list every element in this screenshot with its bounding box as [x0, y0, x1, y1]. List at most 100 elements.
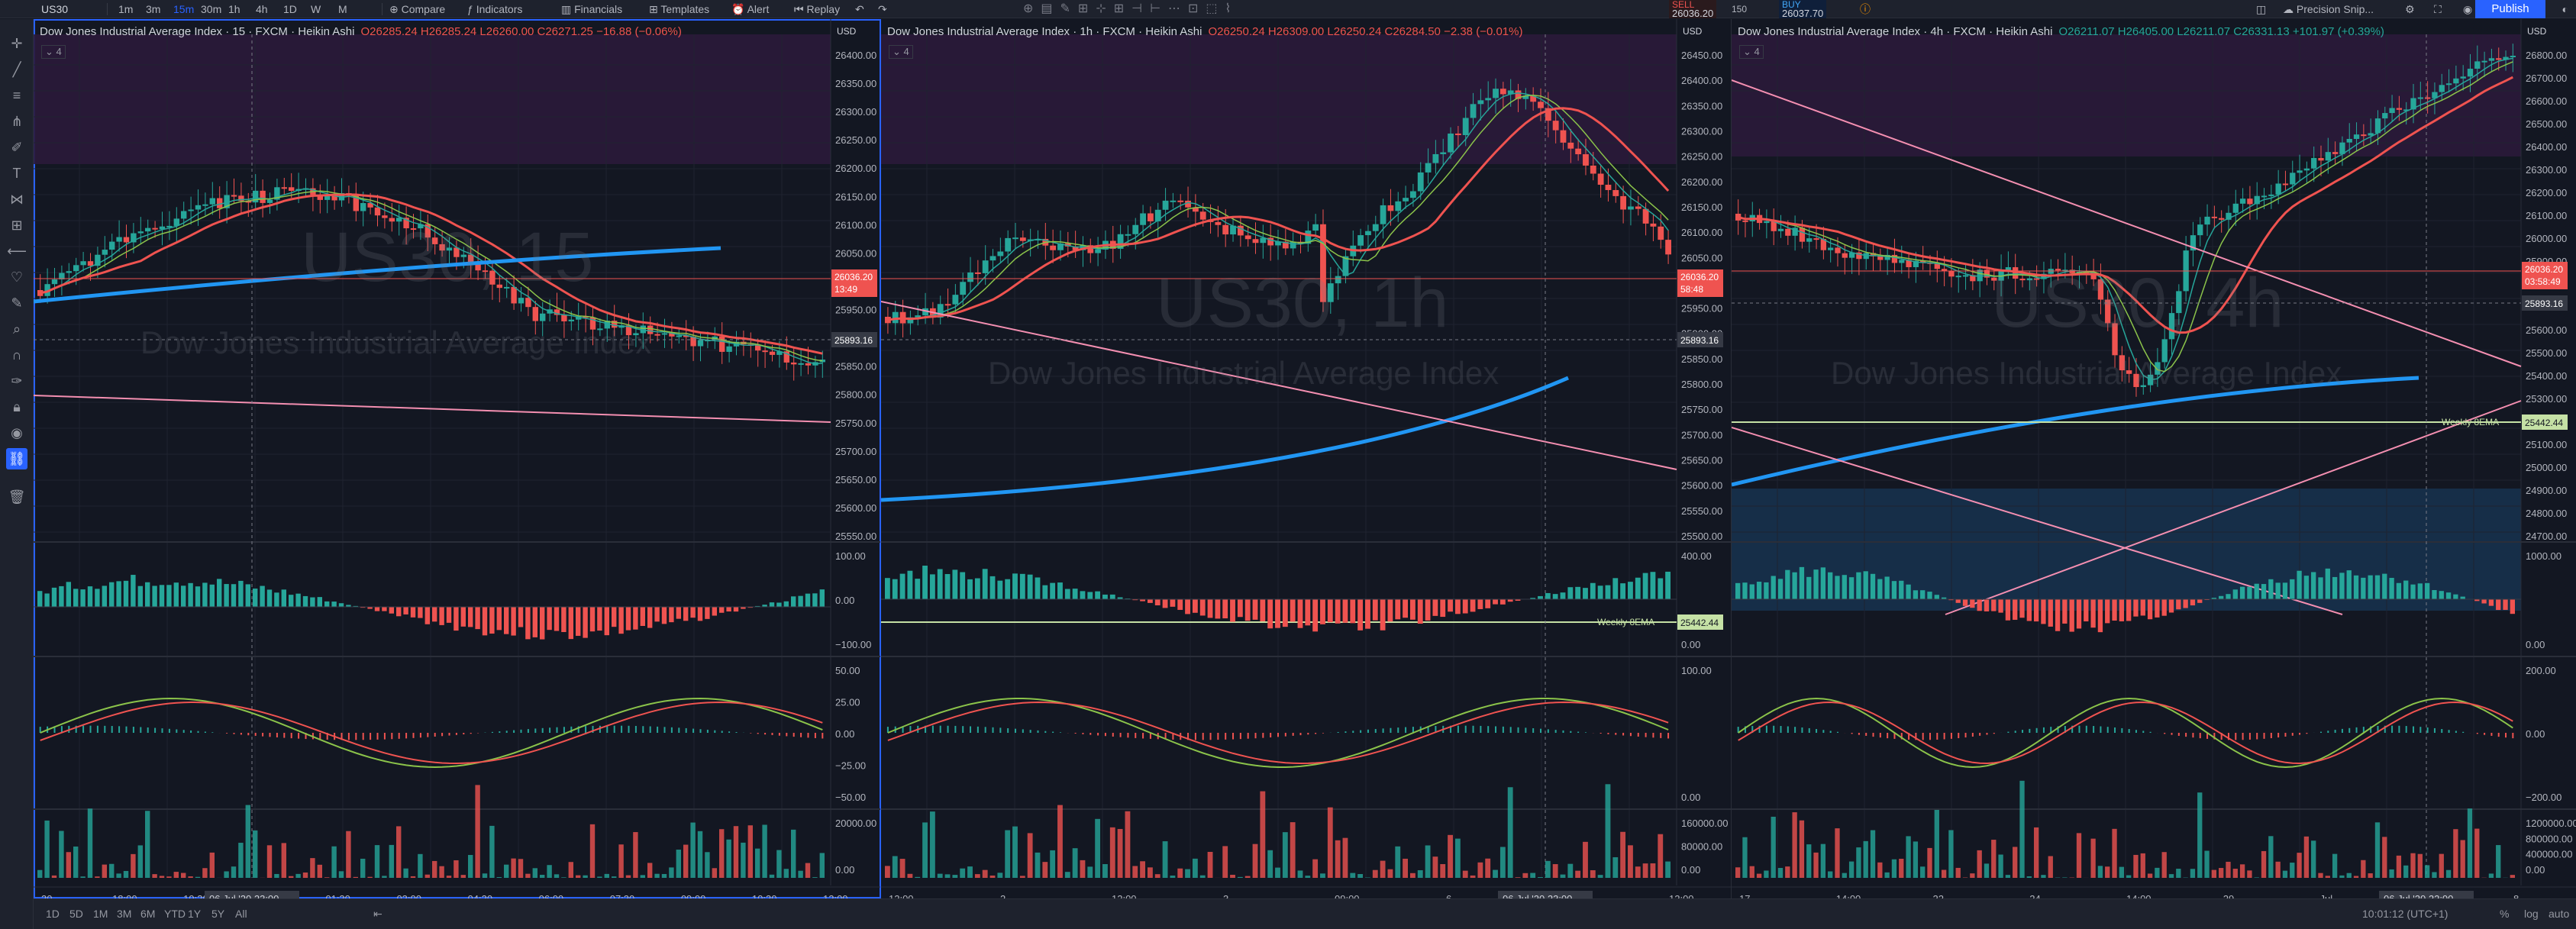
volume-bar: [73, 846, 79, 878]
indicators-button[interactable]: ƒ Indicators: [467, 0, 522, 18]
volume-bar: [2261, 850, 2267, 878]
range-all[interactable]: All: [235, 908, 247, 920]
alert-button[interactable]: ⏰ Alert: [731, 0, 769, 18]
chart-canvas[interactable]: 26450.0026400.0026350.0026300.0026250.00…: [881, 19, 1732, 898]
oscillator-bar: [376, 733, 379, 740]
timeframe-1h[interactable]: 1h: [228, 0, 240, 18]
oscillator-bar: [2242, 733, 2244, 740]
timeframe-W[interactable]: W: [311, 0, 321, 18]
compare-button[interactable]: ⊕ Compare: [389, 0, 445, 18]
oscillator-bar: [1667, 733, 1670, 739]
timeframe-15m[interactable]: 15m: [173, 0, 194, 18]
candle-body: [152, 227, 158, 230]
text-icon[interactable]: T: [6, 163, 27, 184]
oscillator-bar: [1082, 733, 1084, 734]
publish-button[interactable]: Publish: [2475, 0, 2545, 18]
layout-grid-icon[interactable]: ◫: [2256, 0, 2266, 18]
trend-line-icon[interactable]: ╱: [6, 59, 27, 80]
log-toggle[interactable]: log: [2524, 908, 2539, 920]
ruler-icon[interactable]: ✎: [6, 292, 27, 314]
histogram-bar: [374, 607, 380, 611]
oscillator-bar: [2078, 725, 2080, 733]
chart-canvas[interactable]: 26400.00 26350.00 26300.00 26250.00 26200.00…: [34, 19, 881, 898]
range-1d[interactable]: 1D: [46, 908, 60, 920]
eye-icon[interactable]: ◉: [6, 422, 27, 444]
stay-drawing-icon[interactable]: ✑: [6, 370, 27, 392]
brush-icon[interactable]: ✐: [6, 137, 27, 158]
oscillator-bar: [764, 733, 767, 735]
crosshair-icon[interactable]: ✛: [6, 33, 27, 54]
range-3m[interactable]: 3M: [117, 908, 131, 920]
magnet-icon[interactable]: ∩: [6, 344, 27, 366]
chart-legend[interactable]: Dow Jones Industrial Average Index · 1h …: [887, 25, 1522, 38]
financials-button[interactable]: ▥ Financials: [561, 0, 622, 18]
pattern-icon[interactable]: ⋈: [6, 189, 27, 210]
fullscreen-icon[interactable]: ⛶: [2434, 0, 2442, 18]
redo-icon[interactable]: ↷: [878, 0, 887, 18]
symbol-search[interactable]: US30: [41, 0, 68, 18]
chart-pane-15m[interactable]: 26400.00 26350.00 26300.00 26250.00 26200.00…: [34, 19, 881, 898]
link-icon[interactable]: ⛓: [6, 448, 27, 469]
oscillator-bar: [1315, 733, 1317, 734]
prediction-icon[interactable]: ⊞: [6, 215, 27, 236]
timeframe-4h[interactable]: 4h: [256, 0, 268, 18]
range-5y[interactable]: 5Y: [211, 908, 224, 920]
symbol-name[interactable]: Dow Jones Industrial Average Index: [40, 25, 222, 38]
timeframe-3m[interactable]: 3m: [146, 0, 160, 18]
replay-button[interactable]: ⏮ Replay: [794, 0, 840, 18]
oscillator-bar: [2441, 729, 2443, 733]
collapsed-count: 4: [56, 46, 62, 57]
arrow-back-icon[interactable]: ⟵: [6, 240, 27, 262]
range-6m[interactable]: 6M: [140, 908, 155, 920]
price-tick: 25850.00: [1681, 353, 1722, 365]
lock-icon[interactable]: 🔒︎: [6, 396, 27, 418]
percent-toggle[interactable]: %: [2500, 908, 2509, 920]
info-icon[interactable]: ⓘ: [1860, 0, 1871, 18]
legend-collapse-toggle[interactable]: ⌄ 4: [41, 45, 66, 59]
legend-collapse-toggle[interactable]: ⌄ 4: [1739, 45, 1764, 59]
pitchfork-icon[interactable]: ⋔: [6, 111, 27, 132]
range-1y[interactable]: 1Y: [188, 908, 201, 920]
buy-button[interactable]: BUY 26037.70: [1779, 0, 1827, 18]
range-ytd[interactable]: YTD: [164, 908, 186, 920]
undo-icon[interactable]: ↶: [855, 0, 864, 18]
snapshot-camera-icon[interactable]: ◉: [2463, 0, 2472, 18]
heart-icon[interactable]: ♡: [6, 266, 27, 288]
candle-body: [1499, 89, 1506, 95]
timeframe-1D[interactable]: 1D: [283, 0, 297, 18]
horizontal-lines-icon[interactable]: ≡: [6, 85, 27, 106]
symbol-name[interactable]: Dow Jones Industrial Average Index: [1738, 25, 1920, 38]
histogram-bar: [1848, 577, 1855, 599]
range-1m[interactable]: 1M: [93, 908, 108, 920]
volume-bar: [2026, 876, 2032, 878]
histogram-bar: [511, 607, 516, 636]
price-tick: 26100.00: [1681, 227, 1722, 238]
zoom-in-icon[interactable]: ⌕: [6, 318, 27, 340]
layout-name[interactable]: ☁ Precision Snip...: [2283, 0, 2374, 18]
timeframe-30m[interactable]: 30m: [201, 0, 221, 18]
sell-button[interactable]: SELL 26036.20: [1669, 0, 1717, 18]
top-toolbar: US30 1m 3m 15m 30m 1h 4h 1D W M ⊕ Compare ƒ Indi…: [0, 0, 2576, 18]
chart-pane-1h[interactable]: 26450.00 26400.00 26350.00 26300.00 26250.00…: [881, 19, 1732, 898]
histogram-bar: [1109, 594, 1115, 599]
histogram-bar: [1102, 594, 1108, 599]
chart-canvas[interactable]: 26800.00 26700.00 26600.00 26500.00 26400.00…: [1732, 19, 2576, 898]
chart-legend[interactable]: Dow Jones Industrial Average Index · 15 …: [40, 25, 682, 38]
legend-collapse-toggle[interactable]: ⌄ 4: [889, 45, 913, 59]
settings-gear-icon[interactable]: ⚙: [2405, 0, 2415, 18]
timeframe-M[interactable]: M: [338, 0, 347, 18]
auto-toggle[interactable]: auto: [2549, 908, 2569, 920]
range-5d[interactable]: 5D: [69, 908, 83, 920]
chart-legend[interactable]: Dow Jones Industrial Average Index · 4h …: [1738, 25, 2384, 38]
drawing-toolbar[interactable]: ⊕▤✎⊞⊹⊞⊣⊢⋯⊡⬚⌇: [1023, 0, 1238, 18]
chart-pane-4h[interactable]: 26800.00 26700.00 26600.00 26500.00 26400.00…: [1732, 19, 2576, 898]
candle-body: [525, 298, 531, 308]
trash-icon[interactable]: 🗑︎: [6, 486, 27, 508]
templates-button[interactable]: ⊞ Templates: [649, 0, 709, 18]
timeframe-1m[interactable]: 1m: [118, 0, 133, 18]
symbol-name[interactable]: Dow Jones Industrial Average Index: [887, 25, 1070, 38]
date-range-icon[interactable]: ⇤: [373, 908, 383, 921]
candle-body: [2389, 108, 2395, 114]
clock-readout[interactable]: 10:01:12 (UTC+1): [2362, 908, 2448, 920]
account-icon[interactable]: ◐: [2562, 0, 2568, 18]
